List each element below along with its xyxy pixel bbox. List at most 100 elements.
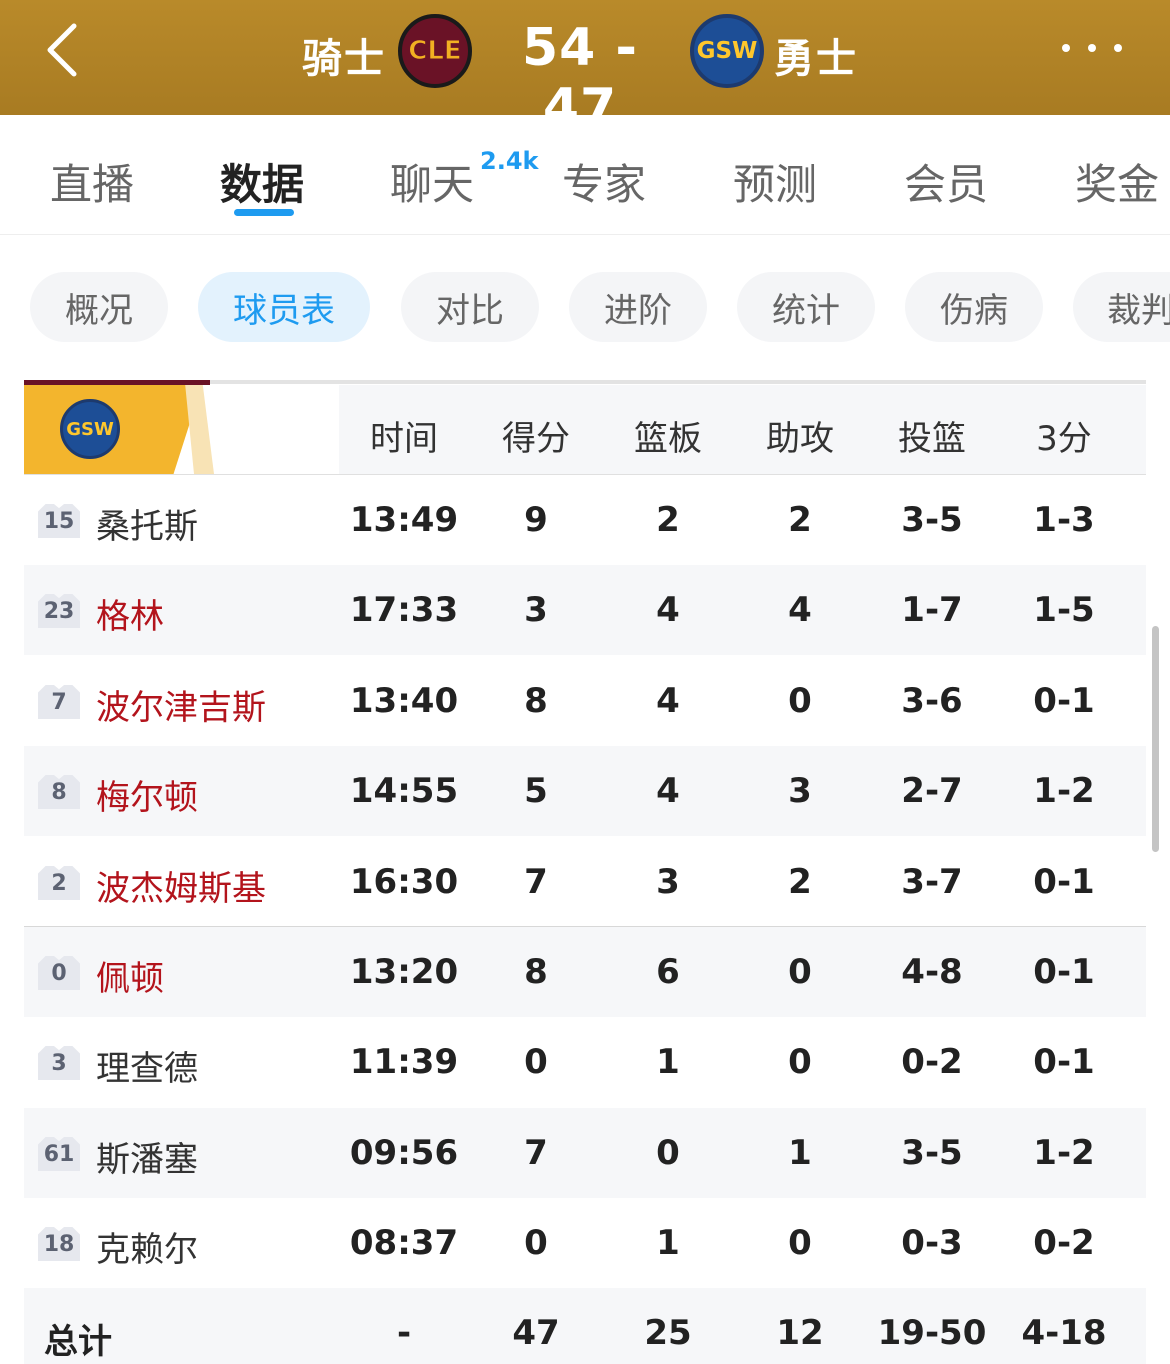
- player-points: 5: [524, 771, 548, 811]
- table-row[interactable]: 23 格林 17:33 3 4 4 1-7 1-5: [24, 565, 1146, 655]
- table-row[interactable]: 61 斯潘塞 09:56 7 0 1 3-5 1-2: [24, 1108, 1146, 1198]
- team-header-cell: GSW: [24, 385, 339, 474]
- jersey-number-icon: 61: [38, 1137, 80, 1171]
- player-time: 13:20: [349, 952, 459, 992]
- jersey-number-icon: 23: [38, 594, 80, 628]
- player-assists: 2: [788, 500, 812, 540]
- player-points: 9: [524, 500, 548, 540]
- more-options-button[interactable]: [1062, 30, 1122, 66]
- player-assists: 3: [788, 771, 812, 811]
- totals-points: 47: [512, 1313, 560, 1353]
- player-three-pointers: 1-3: [1033, 500, 1095, 540]
- game-header: 骑士 CLE 54 - 47 GSW 勇士: [0, 0, 1170, 138]
- player-time: 13:40: [349, 681, 459, 721]
- player-name[interactable]: 克赖尔: [96, 1222, 198, 1271]
- tab-chat[interactable]: 聊天: [390, 151, 474, 212]
- table-row[interactable]: 0 佩顿 13:20 8 6 0 4-8 0-1: [24, 927, 1146, 1017]
- player-name[interactable]: 斯潘塞: [96, 1132, 198, 1181]
- chevron-left-icon: [47, 23, 77, 77]
- player-points: 8: [524, 952, 548, 992]
- column-header-time[interactable]: 时间: [338, 411, 470, 460]
- jersey-number-icon: 7: [38, 685, 80, 719]
- tab-data[interactable]: 数据: [220, 151, 304, 212]
- player-name[interactable]: 梅尔顿: [96, 770, 198, 819]
- player-points: 0: [524, 1042, 548, 1082]
- jersey-number-icon: 15: [38, 504, 80, 538]
- gsw-logo-icon[interactable]: GSW: [60, 399, 120, 459]
- player-rebounds: 4: [656, 771, 680, 811]
- home-team-name[interactable]: 骑士: [302, 26, 386, 84]
- player-rebounds: 2: [656, 500, 680, 540]
- subtab-referee[interactable]: 裁判: [1073, 272, 1170, 342]
- player-rebounds: 1: [656, 1042, 680, 1082]
- chat-count-badge: 2.4k: [480, 147, 539, 175]
- player-name[interactable]: 波尔津吉斯: [96, 680, 266, 729]
- column-header-assists[interactable]: 助攻: [734, 411, 866, 460]
- tab-bonus[interactable]: 奖金: [1075, 151, 1159, 212]
- jersey-number-icon: 3: [38, 1046, 80, 1080]
- player-assists: 4: [788, 590, 812, 630]
- tab-member[interactable]: 会员: [904, 151, 988, 212]
- active-tab-indicator: [234, 209, 294, 216]
- player-name[interactable]: 桑托斯: [96, 499, 198, 548]
- totals-row: 总计 - 47 25 12 19-50 4-18: [24, 1288, 1146, 1364]
- totals-three-pointers: 4-18: [1021, 1313, 1107, 1353]
- table-row[interactable]: 3 理查德 11:39 0 1 0 0-2 0-1: [24, 1017, 1146, 1107]
- column-header-points[interactable]: 得分: [470, 411, 602, 460]
- player-three-pointers: 1-5: [1033, 590, 1095, 630]
- column-header-rebounds[interactable]: 篮板: [602, 411, 734, 460]
- player-time: 08:37: [349, 1223, 459, 1263]
- subtab-advanced[interactable]: 进阶: [569, 272, 707, 342]
- player-field-goals: 0-2: [901, 1042, 963, 1082]
- jersey-number-icon: 18: [38, 1227, 80, 1261]
- back-button[interactable]: [38, 22, 88, 78]
- table-header: GSW 时间 得分 篮板 助攻 投篮 3分: [24, 385, 1146, 475]
- player-assists: 0: [788, 952, 812, 992]
- player-time: 09:56: [349, 1133, 459, 1173]
- player-time: 13:49: [349, 500, 459, 540]
- player-name[interactable]: 理查德: [96, 1041, 198, 1090]
- totals-rebounds: 25: [644, 1313, 692, 1353]
- player-field-goals: 4-8: [901, 952, 963, 992]
- player-time: 11:39: [349, 1042, 459, 1082]
- subtab-compare[interactable]: 对比: [401, 272, 539, 342]
- player-name[interactable]: 波杰姆斯基: [96, 861, 266, 910]
- table-row[interactable]: 8 梅尔顿 14:55 5 4 3 2-7 1-2: [24, 746, 1146, 836]
- table-row[interactable]: 2 波杰姆斯基 16:30 7 3 2 3-7 0-1: [24, 837, 1146, 927]
- scrollbar[interactable]: [1152, 626, 1159, 852]
- tab-prediction[interactable]: 预测: [733, 151, 817, 212]
- player-assists: 0: [788, 1042, 812, 1082]
- tab-live[interactable]: 直播: [50, 151, 134, 212]
- player-field-goals: 3-6: [901, 681, 963, 721]
- player-assists: 0: [788, 1223, 812, 1263]
- subtab-overview[interactable]: 概况: [30, 272, 168, 342]
- cle-logo-icon[interactable]: CLE: [398, 14, 472, 88]
- player-three-pointers: 0-1: [1033, 952, 1095, 992]
- player-rebounds: 0: [656, 1133, 680, 1173]
- player-three-pointers: 1-2: [1033, 1133, 1095, 1173]
- player-field-goals: 0-3: [901, 1223, 963, 1263]
- player-three-pointers: 0-1: [1033, 681, 1095, 721]
- subtab-statistics[interactable]: 统计: [737, 272, 875, 342]
- tab-expert[interactable]: 专家: [562, 151, 646, 212]
- subtab-player-stats[interactable]: 球员表: [198, 272, 370, 342]
- player-assists: 1: [788, 1133, 812, 1173]
- table-row[interactable]: 7 波尔津吉斯 13:40 8 4 0 3-6 0-1: [24, 656, 1146, 746]
- player-field-goals: 3-7: [901, 862, 963, 902]
- player-name[interactable]: 佩顿: [96, 951, 164, 1000]
- subtab-injuries[interactable]: 伤病: [905, 272, 1043, 342]
- jersey-number-icon: 8: [38, 775, 80, 809]
- column-header-three-pointers[interactable]: 3分: [998, 411, 1130, 460]
- player-field-goals: 3-5: [901, 500, 963, 540]
- table-row[interactable]: 18 克赖尔 08:37 0 1 0 0-3 0-2: [24, 1198, 1146, 1288]
- jersey-number-icon: 2: [38, 866, 80, 900]
- gsw-logo-icon[interactable]: GSW: [690, 14, 764, 88]
- away-team-name[interactable]: 勇士: [774, 26, 858, 84]
- player-three-pointers: 0-1: [1033, 1042, 1095, 1082]
- column-header-field-goals[interactable]: 投篮: [866, 411, 998, 460]
- table-row[interactable]: 15 桑托斯 13:49 9 2 2 3-5 1-3: [24, 475, 1146, 565]
- player-rebounds: 3: [656, 862, 680, 902]
- player-name[interactable]: 格林: [96, 589, 164, 638]
- totals-field-goals: 19-50: [877, 1313, 987, 1353]
- player-three-pointers: 0-1: [1033, 862, 1095, 902]
